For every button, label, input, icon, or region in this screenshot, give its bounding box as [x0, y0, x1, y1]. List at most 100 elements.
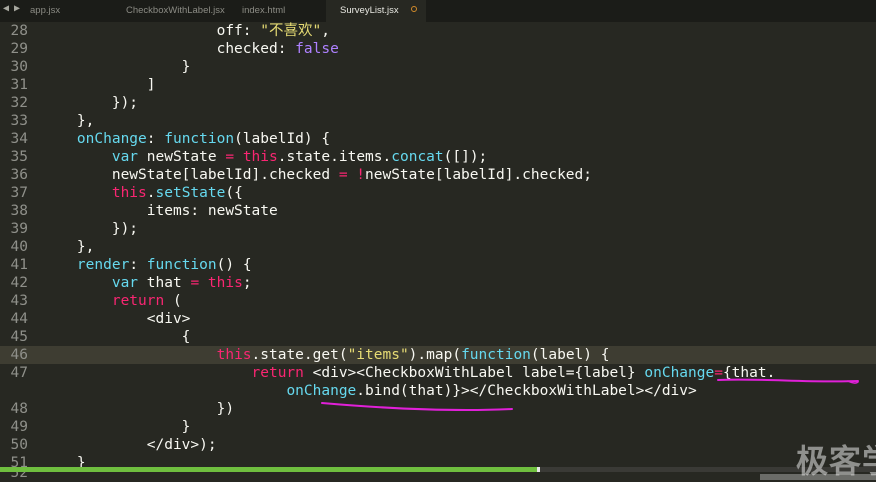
line-number: 30 — [10, 59, 28, 75]
code-token: var — [111, 149, 139, 165]
code-token: onChange — [644, 365, 715, 381]
code-line: this.setState({ — [42, 184, 243, 202]
code-line: </div>); — [42, 436, 217, 454]
code-token: that — [138, 275, 191, 291]
line-number: 46 — [10, 347, 28, 363]
code-token: <div> — [42, 311, 191, 327]
code-token: (labelId) { — [234, 131, 331, 147]
code-token: ( — [164, 293, 182, 309]
tab-survey-list-jsx[interactable]: SurveyList.jsx — [326, 0, 426, 22]
code-token: this — [242, 149, 278, 165]
tab-label: index.html — [242, 5, 286, 16]
code-line: newState[labelId].checked = !newState[la… — [42, 166, 592, 184]
code-line: var that = this; — [42, 274, 252, 292]
code-token: () { — [216, 257, 252, 273]
line-number: 45 — [10, 329, 28, 345]
line-number: 50 — [10, 437, 28, 453]
code-line: this.state.get("items").map(function(lab… — [42, 346, 610, 364]
tab-app-jsx[interactable]: app.jsx — [16, 0, 112, 22]
code-token: {that. — [722, 365, 776, 381]
line-number — [0, 382, 28, 400]
code-token: onChange — [286, 383, 357, 399]
code-token: }); — [42, 221, 139, 237]
code-token: </div>); — [42, 437, 217, 453]
line-number: 42 — [10, 275, 28, 291]
code-token: "items" — [347, 347, 409, 363]
line-number: 37 — [10, 185, 28, 201]
line-number: 28 — [10, 23, 28, 39]
code-line: off: "不喜欢", — [42, 22, 330, 40]
code-token: } — [42, 419, 191, 435]
code-token: off: — [42, 23, 261, 39]
back-arrow-icon[interactable]: ◀ — [3, 3, 9, 14]
code-token: return — [111, 293, 165, 309]
line-number: 40 — [10, 239, 28, 255]
code-token: function — [164, 131, 235, 147]
code-token: = — [225, 149, 235, 165]
code-token: = — [190, 275, 200, 291]
tab-label: app.jsx — [30, 5, 61, 16]
code-token: var — [111, 275, 139, 291]
code-line: } — [42, 418, 191, 436]
code-token: function — [461, 347, 531, 363]
code-token: false — [295, 41, 339, 57]
partial-line: 52 — [0, 472, 876, 480]
code-token: render — [76, 257, 130, 273]
code-token: }, — [42, 113, 95, 129]
unsaved-dot-icon — [411, 6, 417, 12]
code-editor[interactable]: off: "不喜欢", checked: false } ] }); }, on… — [0, 22, 876, 472]
code-line: } — [42, 58, 191, 76]
code-token: newState[labelId].checked; — [365, 167, 592, 183]
code-token: ! — [356, 167, 366, 183]
tab-index-html[interactable]: index.html — [228, 0, 326, 22]
code-line: return ( — [42, 292, 182, 310]
code-token: newState[labelId].checked — [42, 167, 339, 183]
code-token: }) — [42, 401, 235, 417]
line-number: 48 — [10, 401, 28, 417]
code-token: } — [42, 59, 191, 75]
code-token: .bind(that)}></CheckboxWithLabel></div> — [356, 383, 697, 399]
line-number: 44 — [10, 311, 28, 327]
watermark-subtext — [760, 474, 876, 480]
code-token: ({ — [225, 185, 243, 201]
code-token: { — [42, 329, 191, 345]
code-token: onChange — [76, 131, 147, 147]
code-line: }); — [42, 94, 138, 112]
code-line: items: newState — [42, 202, 278, 220]
code-line: return <div><CheckboxWithLabel label={la… — [42, 364, 776, 382]
line-number: 32 — [10, 95, 28, 111]
code-line: render: function() { — [42, 256, 252, 274]
code-line: var newState = this.state.items.concat([… — [42, 148, 487, 166]
code-line: ] — [42, 76, 156, 94]
line-number: 52 — [10, 472, 28, 480]
code-token: newState — [138, 149, 226, 165]
code-token: function — [146, 257, 217, 273]
tab-bar: ◀ ▶ app.jsx CheckboxWithLabel.jsx index.… — [0, 0, 876, 22]
code-token: ([]); — [443, 149, 488, 165]
code-token: <div><CheckboxWithLabel label={label} — [303, 365, 645, 381]
line-number: 47 — [10, 365, 28, 381]
code-token: .state.items. — [277, 149, 392, 165]
line-number: 38 — [10, 203, 28, 219]
line-number: 34 — [10, 131, 28, 147]
code-line: }, — [42, 238, 94, 256]
code-line: onChange.bind(that)}></CheckboxWithLabel… — [42, 382, 697, 400]
code-token: ] — [42, 77, 156, 93]
code-token: . — [146, 185, 156, 201]
line-number: 36 — [10, 167, 28, 183]
line-number: 29 — [10, 41, 28, 57]
tab-label: CheckboxWithLabel.jsx — [126, 5, 225, 16]
tab-label: SurveyList.jsx — [340, 5, 399, 16]
code-token: = — [338, 167, 348, 183]
code-token: this — [207, 275, 243, 291]
code-line: }); — [42, 220, 138, 238]
code-token: this — [216, 347, 252, 363]
tab-checkbox-with-label-jsx[interactable]: CheckboxWithLabel.jsx — [112, 0, 228, 22]
